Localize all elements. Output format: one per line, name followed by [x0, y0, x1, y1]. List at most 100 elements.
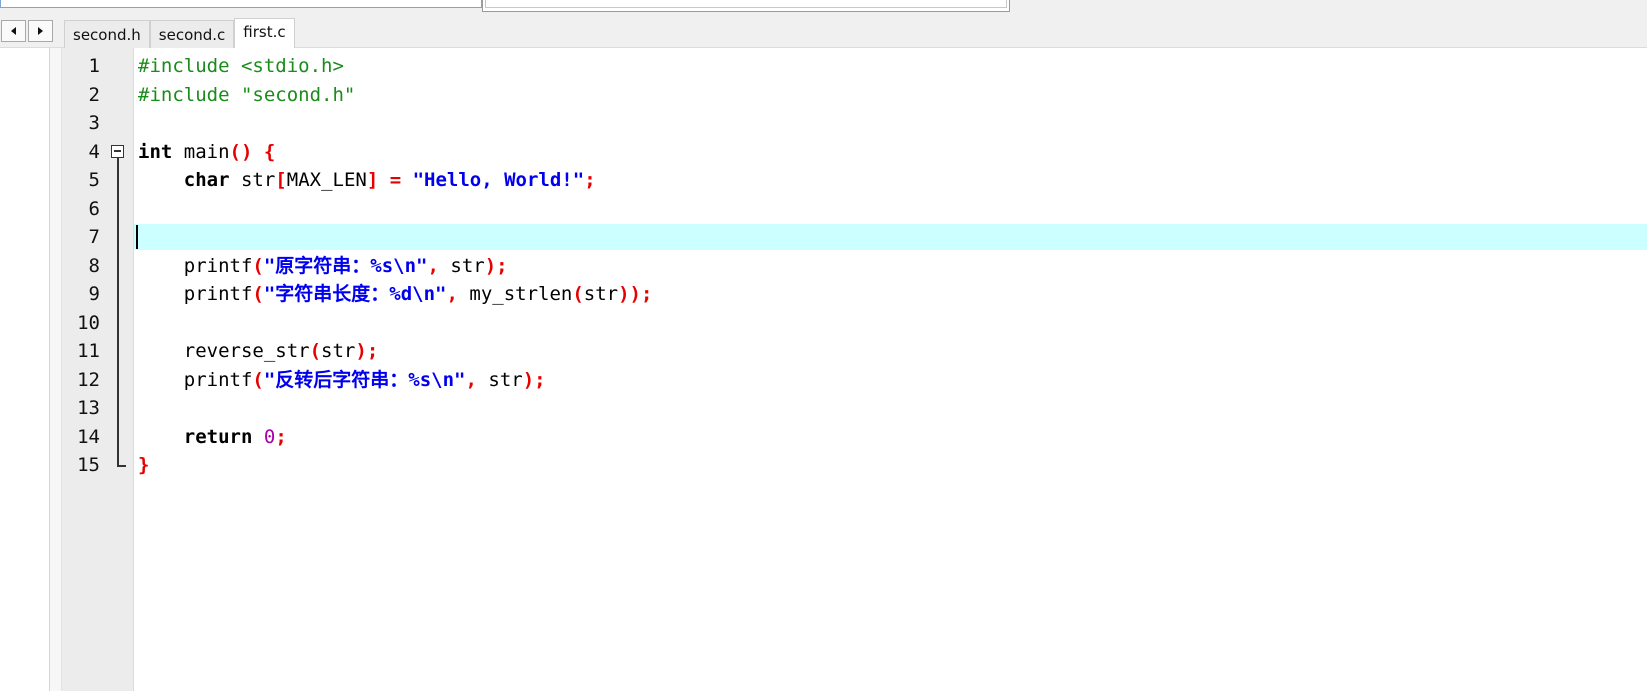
- code-token: MAX_LEN: [286, 169, 367, 191]
- code-text[interactable]: printf("字符串长度：%d\n", my_strlen(str));: [138, 280, 653, 309]
- toolbar-field-inner: [485, 0, 1007, 8]
- code-token: ,: [427, 254, 451, 277]
- fold-line: [108, 280, 128, 309]
- code-editor-window: second.h second.c first.c 1 #include <std…: [0, 0, 1647, 691]
- file-tabs: second.h second.c first.c: [64, 18, 295, 48]
- line-number: 8: [88, 254, 100, 277]
- code-line[interactable]: 10: [50, 308, 1647, 337]
- fold-line: [108, 194, 128, 223]
- tab-bar: second.h second.c first.c: [0, 16, 1647, 48]
- line-number: 6: [88, 197, 100, 220]
- code-token: reverse_str: [138, 340, 310, 362]
- code-token: str: [229, 169, 276, 191]
- fold-line: [108, 422, 128, 451]
- fold-line-segment: [117, 194, 119, 223]
- line-number: 9: [88, 283, 100, 305]
- code-text[interactable]: return 0;: [138, 423, 287, 452]
- line-number: 11: [77, 340, 100, 362]
- fold-line-segment: [117, 280, 119, 309]
- code-text[interactable]: reverse_str(str);: [138, 337, 379, 366]
- code-text[interactable]: #include <stdio.h>: [138, 52, 344, 81]
- line-number: 3: [88, 112, 100, 134]
- toolbar-strip: [0, 0, 1647, 16]
- fold-end-vertical: [117, 451, 119, 466]
- code-token: (: [572, 283, 584, 305]
- code-line[interactable]: 12 printf("反转后字符串：%s\n", str);: [50, 365, 1647, 395]
- code-line[interactable]: 15}: [50, 451, 1647, 480]
- fold-line-segment: [117, 308, 119, 337]
- code-line[interactable]: 14 return 0;: [50, 422, 1647, 452]
- code-line[interactable]: 3: [50, 109, 1647, 138]
- fold-line-segment: [117, 337, 119, 366]
- code-line[interactable]: 13: [50, 394, 1647, 423]
- code-token: int: [138, 140, 173, 163]
- code-line[interactable]: 2 #include "second.h": [50, 81, 1647, 110]
- tab-second-h[interactable]: second.h: [64, 20, 150, 48]
- fold-end-icon: [108, 451, 128, 480]
- editor-pane[interactable]: 1 #include <stdio.h> 2 #include "second.h" 3…: [50, 48, 1647, 691]
- code-token: str: [450, 254, 485, 277]
- code-token: ));: [618, 283, 653, 305]
- fold-line: [108, 166, 128, 195]
- arrow-right-icon: [38, 27, 43, 35]
- code-token: "反转后字符串：%s\n": [263, 368, 466, 391]
- code-line[interactable]: 8 printf("原字符串：%s\n", str);: [50, 251, 1647, 281]
- code-token: str: [583, 283, 619, 305]
- code-token: ] =: [366, 169, 413, 191]
- code-token: [: [275, 169, 287, 191]
- code-token: 0: [263, 425, 276, 448]
- current-line-highlight: [134, 224, 1647, 250]
- line-number: 1: [88, 55, 100, 77]
- code-token: return: [183, 425, 253, 448]
- code-token: char: [183, 169, 230, 191]
- fold-line: [108, 394, 128, 423]
- tab-first-c[interactable]: first.c: [234, 18, 295, 48]
- code-text[interactable]: char str[MAX_LEN] = "Hello, World!";: [138, 166, 596, 195]
- toolbar-field-right[interactable]: [482, 0, 1010, 12]
- fold-line: [108, 251, 128, 280]
- minus-box-icon[interactable]: [111, 144, 124, 158]
- code-token: str: [488, 368, 523, 391]
- code-token: printf: [138, 283, 253, 305]
- code-text[interactable]: printf("原字符串：%s\n", str);: [138, 252, 508, 281]
- scroll-tabs-left-button[interactable]: [1, 20, 26, 42]
- code-token: #include <stdio.h>: [138, 55, 344, 77]
- code-token: (: [252, 283, 264, 305]
- tab-second-c[interactable]: second.c: [149, 20, 235, 48]
- fold-line: [108, 365, 128, 394]
- text-caret: [136, 225, 138, 249]
- scroll-tabs-right-button[interactable]: [28, 20, 53, 42]
- fold-collapse-icon[interactable]: [108, 138, 128, 166]
- code-line[interactable]: 5 char str[MAX_LEN] = "Hello, World!";: [50, 166, 1647, 195]
- fold-line-segment: [117, 223, 119, 252]
- code-line[interactable]: 1 #include <stdio.h>: [50, 52, 1647, 81]
- line-number: 10: [77, 311, 100, 334]
- code-line[interactable]: 7: [50, 223, 1647, 252]
- fold-line: [108, 337, 128, 366]
- code-token: () {: [229, 140, 276, 163]
- code-text[interactable]: }: [138, 451, 149, 480]
- code-token: (: [309, 340, 322, 362]
- code-line[interactable]: 11 reverse_str(str);: [50, 337, 1647, 366]
- code-token: str: [321, 340, 356, 362]
- code-line[interactable]: 9 printf("字符串长度：%d\n", my_strlen(str));: [50, 280, 1647, 309]
- code-text[interactable]: printf("反转后字符串：%s\n", str);: [138, 366, 546, 395]
- code-line[interactable]: 4 int main() {: [50, 138, 1647, 167]
- code-token: ,: [465, 368, 489, 391]
- code-token: );: [355, 340, 379, 362]
- code-token: my_strlen: [469, 283, 573, 305]
- code-line[interactable]: 6: [50, 194, 1647, 223]
- code-text[interactable]: #include "second.h": [138, 81, 355, 110]
- line-number: 5: [88, 169, 100, 191]
- fold-line-segment: [117, 166, 119, 195]
- line-number: 4: [88, 140, 100, 163]
- code-token: );: [522, 368, 546, 391]
- code-lines[interactable]: 1 #include <stdio.h> 2 #include "second.h" 3…: [50, 52, 1647, 480]
- fold-line: [108, 223, 128, 252]
- code-token: ;: [584, 169, 596, 191]
- toolbar-field-left[interactable]: [0, 0, 482, 8]
- code-text[interactable]: int main() {: [138, 138, 275, 167]
- fold-end-horizontal: [117, 465, 126, 467]
- code-token: printf: [138, 368, 253, 391]
